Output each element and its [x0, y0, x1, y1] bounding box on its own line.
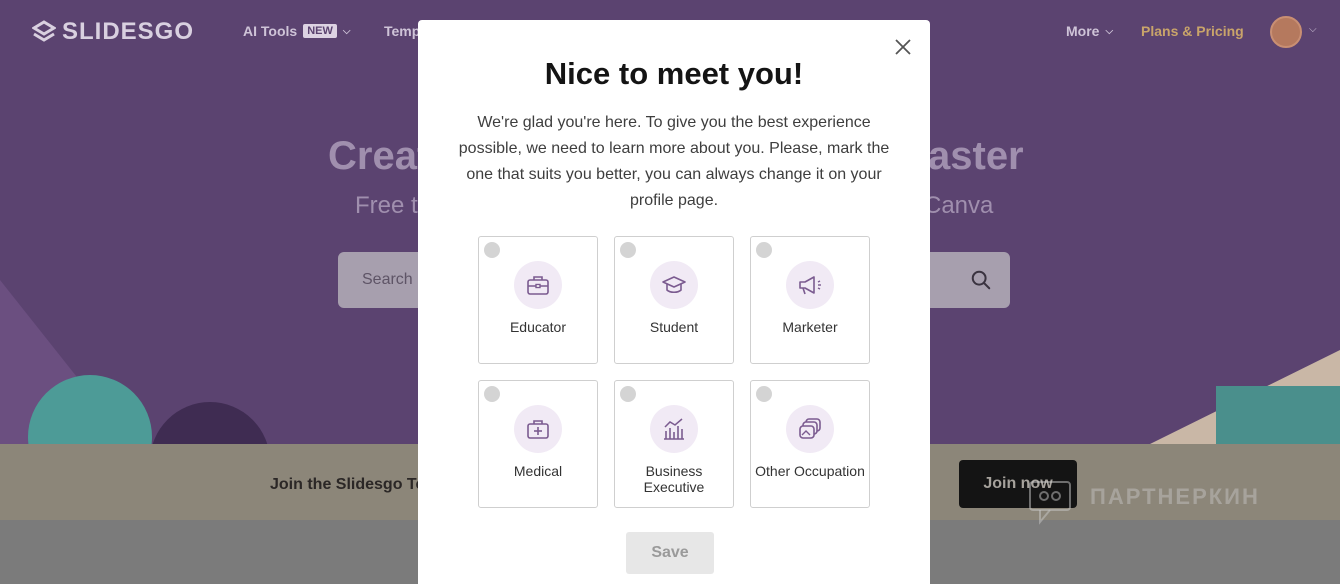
- graduation-cap-icon: [650, 261, 698, 309]
- watermark-text: ПАРТНЕРКИН: [1090, 484, 1260, 509]
- radio-button[interactable]: [484, 386, 500, 402]
- option-label: Marketer: [782, 319, 838, 335]
- nav-more-label: More: [1066, 23, 1100, 39]
- radio-button[interactable]: [756, 242, 772, 258]
- chart-icon: [650, 405, 698, 453]
- hero-title-left: Creat: [328, 134, 431, 178]
- logo-icon: [32, 20, 56, 42]
- nav-ai-tools[interactable]: AI Tools NEW ⌵: [243, 23, 350, 39]
- hero-subtitle-left: Free t: [355, 192, 418, 219]
- briefcase-icon: [514, 261, 562, 309]
- search-icon[interactable]: [970, 269, 992, 291]
- hero-title-right: aster: [928, 134, 1024, 178]
- onboarding-modal: Nice to meet you! We're glad you're here…: [418, 20, 930, 584]
- nav-pricing[interactable]: Plans & Pricing: [1141, 23, 1244, 39]
- chevron-down-icon: ⌵: [342, 25, 351, 37]
- decor-circle-dark: [150, 402, 270, 444]
- hero-subtitle-right: Canva: [924, 192, 994, 219]
- option-other-occupation[interactable]: Other Occupation: [750, 380, 870, 508]
- option-label: Business Executive: [643, 463, 705, 495]
- nav-more[interactable]: More ⌵: [1066, 23, 1113, 39]
- option-marketer[interactable]: Marketer: [750, 236, 870, 364]
- modal-title: Nice to meet you!: [544, 56, 804, 91]
- medical-kit-icon: [514, 405, 562, 453]
- option-educator[interactable]: Educator: [478, 236, 598, 364]
- nav-templates-label: Temp: [384, 23, 421, 39]
- nav-ai-tools-label: AI Tools: [243, 23, 298, 39]
- avatar[interactable]: [1270, 16, 1302, 48]
- megaphone-icon: [786, 261, 834, 309]
- join-text: Join the Slidesgo Te: [270, 476, 425, 493]
- logo-text: SLIDESGO: [62, 18, 195, 45]
- new-badge: NEW: [303, 24, 337, 38]
- option-label: Other Occupation: [755, 463, 865, 479]
- option-label: Medical: [513, 463, 563, 479]
- option-student[interactable]: Student: [614, 236, 734, 364]
- option-label: Educator: [509, 319, 567, 335]
- radio-button[interactable]: [484, 242, 500, 258]
- close-icon[interactable]: [894, 38, 912, 56]
- radio-button[interactable]: [756, 386, 772, 402]
- radio-button[interactable]: [620, 386, 636, 402]
- slidesgo-logo[interactable]: SLIDESGO: [32, 18, 194, 46]
- option-business-executive[interactable]: Business Executive: [614, 380, 734, 508]
- nav-templates[interactable]: Temp: [384, 23, 420, 39]
- watermark-icon: [1029, 481, 1071, 525]
- images-icon: [786, 405, 834, 453]
- chevron-down-icon: ⌵: [1105, 25, 1114, 37]
- modal-description: We're glad you're here. To give you the …: [458, 114, 890, 209]
- option-medical[interactable]: Medical: [478, 380, 598, 508]
- search-placeholder: Search: [362, 271, 413, 288]
- option-label: Student: [649, 319, 699, 335]
- chevron-down-icon[interactable]: ⌵: [1309, 24, 1317, 35]
- nav-pricing-label: Plans & Pricing: [1141, 23, 1244, 39]
- decor-shape-teal: [1216, 386, 1340, 444]
- save-button[interactable]: Save: [626, 532, 714, 574]
- radio-button[interactable]: [620, 242, 636, 258]
